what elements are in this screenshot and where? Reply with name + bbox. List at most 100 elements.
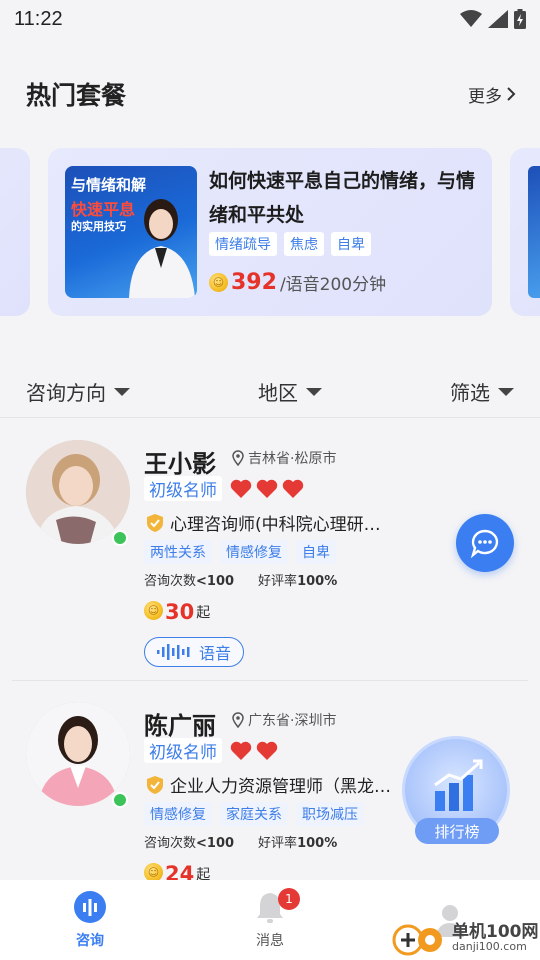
counselor-location: 吉林省·松原市: [232, 448, 336, 468]
consult-count: 咨询次数<100: [144, 570, 234, 589]
package-tag: 情绪疏导: [209, 232, 277, 256]
package-card[interactable]: 与情绪和解 快速平息 的实用技巧 如何快速平息自己的情绪，与情绪和平共处 情绪疏…: [48, 148, 492, 316]
voice-label: 语音: [198, 644, 231, 663]
heart-icon: [230, 479, 252, 498]
counselor-tag: 职场减压: [296, 802, 364, 826]
package-price-value: 392: [231, 270, 277, 295]
avatar-photo: [26, 702, 130, 806]
counselor-price: ☺ 30 起: [144, 600, 210, 624]
signal-icon: [488, 10, 508, 28]
filter-region[interactable]: 地区: [258, 377, 322, 406]
counselor-level-row: 初级名师: [144, 738, 278, 763]
counselor-price: ☺ 24 起: [144, 862, 210, 882]
online-status-dot: [112, 792, 128, 808]
watermark: 单机100网 danji100.com: [388, 918, 539, 958]
level-badge: 初级名师: [144, 738, 222, 763]
location-text: 吉林省·松原市: [248, 451, 337, 467]
chevron-right-icon: [507, 87, 516, 101]
consult-count-value: <100: [196, 836, 235, 851]
coin-icon: ☺: [144, 601, 163, 620]
more-link[interactable]: 更多: [468, 82, 516, 107]
package-carousel[interactable]: 与情绪和解 快速平息 的实用技巧 如何快速平息自己的情绪，与情绪和平共处 情绪疏…: [0, 148, 540, 316]
section-title: 热门套餐: [26, 81, 127, 110]
filter-bar: 咨询方向 地区 筛选: [0, 366, 540, 418]
chat-bubble-icon: [470, 529, 499, 558]
rating-hearts: [230, 479, 304, 499]
nav-messages-label: 消息: [256, 933, 284, 949]
counselor-title-row: 心理咨询师(中科院心理研…: [146, 510, 381, 535]
counselor-title: 企业人力资源管理师（黑龙…: [170, 777, 391, 797]
heart-icon: [282, 479, 304, 498]
location-pin-icon: [232, 450, 244, 466]
package-price: ☺ 392 /语音200分钟: [209, 270, 386, 295]
certified-shield-icon: [147, 775, 163, 794]
coin-icon: ☺: [209, 273, 228, 292]
nav-consult[interactable]: 咨询: [0, 880, 180, 960]
filter-screen[interactable]: 筛选: [450, 377, 514, 406]
bar-chart-icon: [434, 759, 483, 811]
thumb-line3: 的实用技巧: [71, 220, 126, 233]
counselor-title: 心理咨询师(中科院心理研…: [170, 515, 381, 535]
voice-wave-icon: [156, 644, 190, 660]
counselor-stats: 咨询次数<100 好评率100%: [144, 570, 337, 589]
counselor-tag: 家庭关系: [220, 802, 288, 826]
counselor-title-row: 企业人力资源管理师（黑龙…: [146, 772, 391, 797]
package-card-next[interactable]: [510, 148, 540, 316]
consult-count-label: 咨询次数: [144, 574, 197, 589]
battery-icon: [514, 9, 526, 29]
status-time: 11:22: [14, 7, 63, 30]
avatar[interactable]: [26, 440, 130, 544]
heart-icon: [230, 741, 252, 760]
price-value: 30: [165, 600, 195, 624]
consult-icon: [74, 891, 106, 923]
package-tags: 情绪疏导 焦虑 自卑: [209, 232, 371, 256]
good-rate-value: 100%: [297, 836, 338, 851]
rating-hearts: [230, 741, 278, 761]
counselor-location: 广东省·深圳市: [232, 710, 336, 730]
package-price-unit: /语音200分钟: [279, 275, 387, 295]
filter-direction[interactable]: 咨询方向: [26, 377, 130, 406]
price-suffix: 起: [196, 605, 211, 621]
ranking-button[interactable]: 排行榜: [400, 736, 514, 846]
good-rate: 好评率100%: [258, 570, 337, 589]
filter-screen-label: 筛选: [450, 381, 490, 405]
next-thumbnail: [528, 166, 540, 298]
online-status-dot: [112, 530, 128, 546]
watermark-logo: [392, 924, 442, 956]
price-value: 24: [165, 862, 195, 882]
avatar-photo: [26, 440, 130, 544]
nav-consult-label: 咨询: [76, 933, 104, 949]
filter-region-label: 地区: [258, 381, 298, 405]
counselor-tag: 情感修复: [220, 540, 288, 564]
good-rate-label: 好评率: [258, 836, 298, 851]
avatar[interactable]: [26, 702, 130, 806]
watermark-text: 单机100网 danji100.com: [452, 924, 539, 953]
package-tag: 焦虑: [284, 232, 324, 256]
location-text: 广东省·深圳市: [248, 713, 337, 729]
chat-button[interactable]: [456, 514, 514, 572]
package-tag: 自卑: [331, 232, 371, 256]
counselor-tag: 两性关系: [144, 540, 212, 564]
level-badge: 初级名师: [144, 476, 222, 501]
consult-count-label: 咨询次数: [144, 836, 197, 851]
status-bar: 11:22: [0, 0, 540, 38]
package-card-prev[interactable]: [0, 148, 30, 316]
counselor-level-row: 初级名师: [144, 476, 304, 501]
consult-count-value: <100: [196, 574, 235, 589]
counselor-tag: 自卑: [296, 540, 336, 564]
counselor-name: 王小影: [144, 450, 216, 478]
caret-down-icon: [498, 387, 514, 396]
location-pin-icon: [232, 712, 244, 728]
caret-down-icon: [114, 387, 130, 396]
good-rate-label: 好评率: [258, 574, 298, 589]
heart-icon: [256, 741, 278, 760]
voice-consult-button[interactable]: 语音: [144, 637, 244, 667]
message-count-badge: 1: [278, 888, 300, 910]
watermark-url: danji100.com: [452, 940, 527, 953]
ranking-label: 排行榜: [415, 818, 499, 844]
presenter-image: [129, 199, 195, 298]
status-icons: [460, 9, 526, 29]
nav-messages[interactable]: 1 消息: [180, 880, 360, 960]
counselor-tags: 两性关系 情感修复 自卑: [144, 540, 336, 564]
package-title: 如何快速平息自己的情绪，与情绪和平共处: [209, 170, 476, 226]
